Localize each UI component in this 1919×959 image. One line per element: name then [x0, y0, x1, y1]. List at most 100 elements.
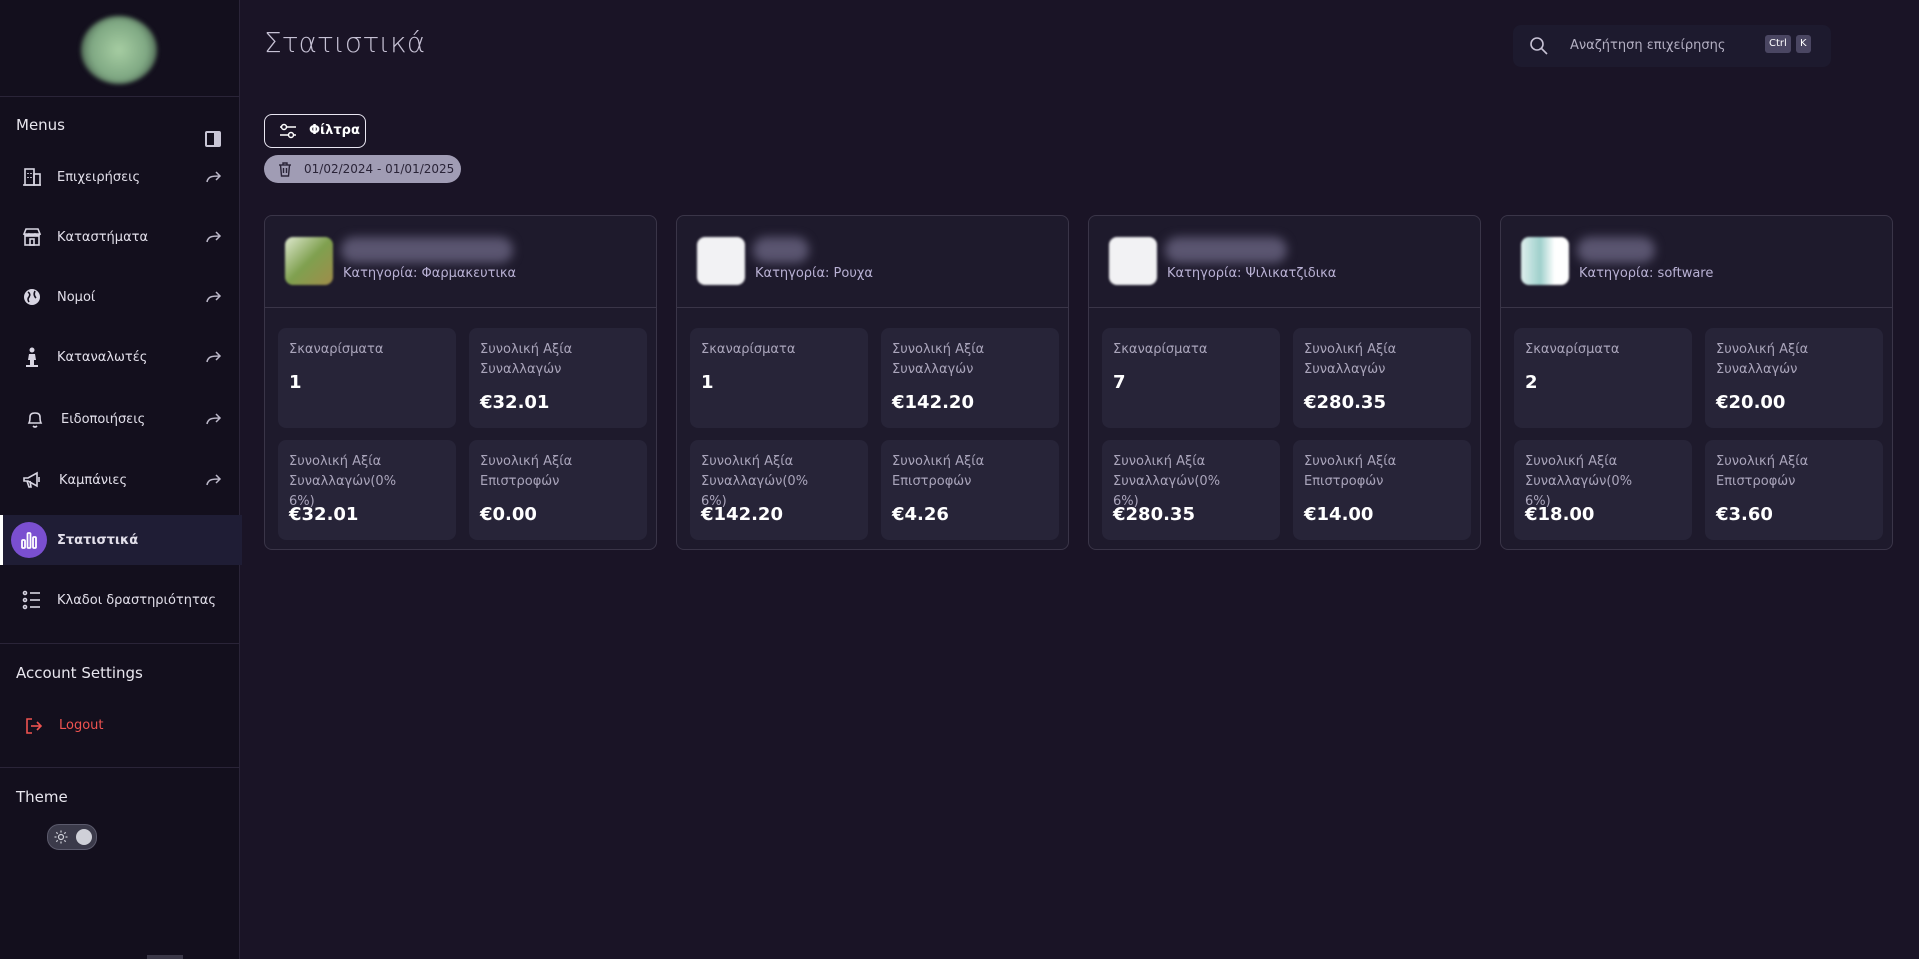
- stat-label: Συνολική Αξία Συναλλαγών(0% 6%): [1113, 454, 1221, 509]
- globe-icon: [24, 289, 40, 305]
- stat-label: Σκαναρίσματα: [289, 342, 384, 357]
- sidebar: Menus Επιχειρήσεις Καταστήματα Νομοί Κατ…: [0, 0, 242, 959]
- business-name-redacted: [341, 237, 513, 263]
- list-icon: [22, 590, 40, 610]
- stat-total-value-vat: Συνολική Αξία Συναλλαγών(0% 6%) €18.00: [1514, 440, 1692, 540]
- megaphone-icon: [23, 471, 40, 488]
- toggle-knob: [76, 829, 92, 845]
- person-icon: [26, 347, 38, 367]
- scroll-indicator: [147, 955, 183, 959]
- stat-total-returns: Συνολική Αξία Επιστροφών €14.00: [1293, 440, 1471, 540]
- search-bar[interactable]: Αναζήτηση επιχείρησης Ctrl K: [1513, 25, 1831, 67]
- sidebar-item-label: Νομοί: [57, 289, 96, 305]
- filters-button[interactable]: Φίλτρα: [264, 114, 366, 148]
- stat-label: Συνολική Αξία Συναλλαγών(0% 6%): [1525, 454, 1633, 509]
- business-avatar: [697, 237, 745, 285]
- sidebar-item-campaigns[interactable]: Καμπάνιες: [0, 455, 239, 505]
- arrow-right-icon: [206, 351, 222, 363]
- business-name-redacted: [753, 237, 809, 263]
- stat-value: €0.00: [480, 504, 537, 525]
- date-range-label: 01/02/2024 - 01/01/2025: [304, 162, 455, 176]
- sun-icon: [54, 830, 68, 844]
- business-card: Κατηγορία: Ψιλικατζιδικα Σκαναρίσματα 7 …: [1088, 215, 1481, 550]
- stat-label: Συνολική Αξία Επιστροφών: [1716, 454, 1809, 489]
- business-card: Κατηγορία: software Σκαναρίσματα 2 Συνολ…: [1500, 215, 1893, 550]
- business-avatar: [1521, 237, 1569, 285]
- business-category: Κατηγορία: Ψιλικατζιδικα: [1167, 266, 1337, 281]
- stat-value: €20.00: [1716, 392, 1786, 413]
- sidebar-item-consumers[interactable]: Καταναλωτές: [0, 332, 239, 382]
- stat-value: 7: [1113, 372, 1126, 393]
- logout-icon: [26, 718, 43, 734]
- sidebar-item-label: Ειδοποιήσεις: [61, 411, 146, 427]
- theme-title: Theme: [16, 788, 68, 806]
- stat-label: Συνολική Αξία Επιστροφών: [1304, 454, 1397, 489]
- sidebar-item-notifications[interactable]: Ειδοποιήσεις: [0, 394, 239, 444]
- divider: [0, 767, 239, 768]
- sidebar-item-label: Καμπάνιες: [59, 472, 128, 488]
- search-input[interactable]: Αναζήτηση επιχείρησης: [1570, 38, 1726, 53]
- stat-value: €142.20: [892, 392, 974, 413]
- sidebar-item-label: Καταστήματα: [57, 229, 149, 245]
- stat-total-value-vat: Συνολική Αξία Συναλλαγών(0% 6%) €32.01: [278, 440, 456, 540]
- business-category: Κατηγορία: Ρουχα: [755, 266, 873, 281]
- stat-label: Συνολική Αξία Συναλλαγών: [892, 342, 985, 377]
- stat-label: Συνολική Αξία Συναλλαγών: [1304, 342, 1397, 377]
- stat-label: Συνολική Αξία Επιστροφών: [480, 454, 573, 489]
- sidebar-item-prefectures[interactable]: Νομοί: [0, 272, 239, 322]
- theme-toggle[interactable]: [47, 824, 97, 850]
- arrow-right-icon: [206, 413, 222, 425]
- stat-value: €280.35: [1113, 504, 1195, 525]
- stat-total-returns: Συνολική Αξία Επιστροφών €4.26: [881, 440, 1059, 540]
- card-header: Κατηγορία: Φαρμακευτικα: [265, 216, 656, 308]
- stat-total-value: Συνολική Αξία Συναλλαγών €32.01: [469, 328, 647, 428]
- business-name-redacted: [1577, 237, 1655, 263]
- stat-value: €4.26: [892, 504, 949, 525]
- business-name-redacted: [1165, 237, 1287, 263]
- logo-area: [0, 0, 239, 97]
- stat-value: €32.01: [289, 504, 359, 525]
- sidebar-item-stores[interactable]: Καταστήματα: [0, 212, 239, 262]
- business-category: Κατηγορία: software: [1579, 266, 1714, 281]
- card-header: Κατηγορία: software: [1501, 216, 1892, 308]
- stat-value: €14.00: [1304, 504, 1374, 525]
- building-icon: [23, 168, 41, 186]
- arrow-right-icon: [206, 291, 222, 303]
- stat-label: Σκαναρίσματα: [1113, 342, 1208, 357]
- stat-total-value-vat: Συνολική Αξία Συναλλαγών(0% 6%) €142.20: [690, 440, 868, 540]
- stat-label: Σκαναρίσματα: [1525, 342, 1620, 357]
- trash-icon[interactable]: [277, 161, 293, 177]
- sidebar-item-label: Καταναλωτές: [57, 349, 148, 365]
- search-icon: [1530, 37, 1548, 55]
- bell-icon: [27, 412, 43, 428]
- stat-label: Συνολική Αξία Συναλλαγών(0% 6%): [289, 454, 397, 509]
- stat-value: €142.20: [701, 504, 783, 525]
- arrow-right-icon: [206, 474, 222, 486]
- stat-total-value-vat: Συνολική Αξία Συναλλαγών(0% 6%) €280.35: [1102, 440, 1280, 540]
- stat-label: Συνολική Αξία Συναλλαγών(0% 6%): [701, 454, 809, 509]
- date-range-chip[interactable]: 01/02/2024 - 01/01/2025: [264, 155, 461, 183]
- card-header: Κατηγορία: Ψιλικατζιδικα: [1089, 216, 1480, 308]
- logout-button[interactable]: Logout: [0, 710, 239, 744]
- bar-chart-icon: [21, 532, 37, 549]
- stat-total-value: Συνολική Αξία Συναλλαγών €20.00: [1705, 328, 1883, 428]
- sidebar-item-label: Κλαδοι δραστηριότητας: [57, 592, 217, 608]
- stat-total-value: Συνολική Αξία Συναλλαγών €280.35: [1293, 328, 1471, 428]
- business-card: Κατηγορία: Ρουχα Σκαναρίσματα 1 Συνολική…: [676, 215, 1069, 550]
- sidebar-item-statistics[interactable]: Στατιστικά: [0, 515, 242, 565]
- store-icon: [22, 228, 42, 246]
- sidebar-collapse-icon[interactable]: [205, 131, 221, 147]
- stat-value: €32.01: [480, 392, 550, 413]
- company-logo: [81, 16, 157, 84]
- shortcut-ctrl: Ctrl: [1765, 35, 1791, 53]
- sidebar-item-activity-sectors[interactable]: Κλαδοι δραστηριότητας: [0, 575, 239, 625]
- stat-scans: Σκαναρίσματα 2: [1514, 328, 1692, 428]
- business-avatar: [285, 237, 333, 285]
- page-title: Στατιστικά: [264, 26, 426, 59]
- business-card: Κατηγορία: Φαρμακευτικα Σκαναρίσματα 1 Σ…: [264, 215, 657, 550]
- stat-total-returns: Συνολική Αξία Επιστροφών €0.00: [469, 440, 647, 540]
- stat-scans: Σκαναρίσματα 7: [1102, 328, 1280, 428]
- divider: [0, 643, 239, 644]
- stat-value: 1: [701, 372, 714, 393]
- sidebar-item-businesses[interactable]: Επιχειρήσεις: [0, 152, 239, 202]
